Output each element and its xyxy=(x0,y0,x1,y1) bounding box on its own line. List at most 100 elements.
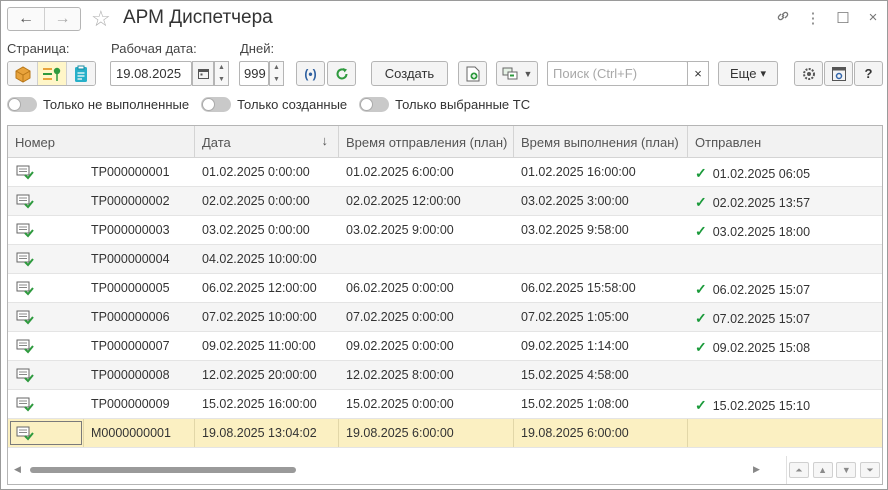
column-header-number[interactable]: Номер xyxy=(8,126,195,157)
spin-up-icon[interactable]: ▲ xyxy=(273,64,280,71)
spin-up-icon[interactable]: ▲ xyxy=(218,64,225,71)
page-route-button[interactable] xyxy=(37,62,66,85)
table-row[interactable]: M0000000001 19.08.2025 13:04:02 19.08.2025… xyxy=(8,419,882,448)
posted-document-icon xyxy=(16,426,34,441)
create-button[interactable]: Создать xyxy=(371,61,448,86)
sent-time: 15.02.2025 15:10 xyxy=(712,399,811,413)
trips-table: Номер Дата ↓ Время отправления (план) Вр… xyxy=(7,125,883,485)
column-header-date[interactable]: Дата ↓ xyxy=(195,126,339,157)
gear-icon xyxy=(802,67,815,80)
column-header-label: Дата xyxy=(202,135,231,150)
toggle-selected-vehicles[interactable]: Только выбранные ТС xyxy=(359,97,530,112)
page-clipboard-button[interactable] xyxy=(66,62,95,85)
table-row[interactable]: TP000000002 02.02.2025 0:00:00 02.02.2025 … xyxy=(8,187,882,216)
more-menu-button[interactable]: Еще ▾ xyxy=(718,61,778,86)
scroll-right-icon[interactable]: ▶ xyxy=(753,464,760,475)
app-window: ← → ☆ АРМ Диспетчера ⋮ ☐ × Страница: Раб… xyxy=(0,0,888,490)
toggle-created-only[interactable]: Только созданные xyxy=(201,97,347,112)
column-header-sent[interactable]: Отправлен xyxy=(688,126,882,157)
go-first-icon[interactable]: ⏶ xyxy=(788,462,809,478)
table-row[interactable]: TP000000008 12.02.2025 20:00:00 12.02.2025… xyxy=(8,361,882,390)
scroll-left-icon[interactable]: ◀ xyxy=(14,464,21,475)
back-button[interactable]: ← xyxy=(8,8,44,30)
window-gear-icon xyxy=(831,66,846,81)
table-row[interactable]: TP000000003 03.02.2025 0:00:00 03.02.2025 … xyxy=(8,216,882,245)
cell-completion: 01.02.2025 16:00:00 xyxy=(521,165,636,179)
toggle-not-done[interactable]: Только не выполненные xyxy=(7,97,189,112)
table-navigation: ⏶ ▲ ▼ ⏷ xyxy=(786,456,882,484)
days-spinner[interactable]: ▲ ▼ xyxy=(269,61,284,86)
posted-document-icon xyxy=(16,223,34,238)
scroll-thumb[interactable] xyxy=(30,467,296,473)
favorite-star-icon[interactable]: ☆ xyxy=(91,6,111,32)
toggle-label: Только выбранные ТС xyxy=(395,97,531,112)
table-row[interactable]: TP000000005 06.02.2025 12:00:00 06.02.2025… xyxy=(8,274,882,303)
cell-date: 12.02.2025 20:00:00 xyxy=(202,368,317,382)
cell-departure: 02.02.2025 12:00:00 xyxy=(346,194,461,208)
table-row[interactable]: TP000000007 09.02.2025 11:00:00 09.02.2025… xyxy=(8,332,882,361)
cell-sent: ✓ 09.02.2025 15:08 xyxy=(688,332,882,360)
toggle-switch[interactable] xyxy=(359,97,390,112)
spin-down-icon[interactable]: ▼ xyxy=(273,76,280,83)
page-box-button[interactable] xyxy=(8,62,37,85)
broadcast-icon: (•) xyxy=(304,66,317,81)
table-header: Номер Дата ↓ Время отправления (план) Вр… xyxy=(8,126,882,158)
spin-down-icon[interactable]: ▼ xyxy=(218,76,225,83)
more-vertical-icon[interactable]: ⋮ xyxy=(805,9,821,27)
refresh-button[interactable] xyxy=(327,61,356,86)
days-field[interactable]: 999 xyxy=(239,61,269,86)
go-down-icon[interactable]: ▼ xyxy=(836,462,857,478)
settings-button[interactable] xyxy=(794,61,823,86)
calendar-button[interactable] xyxy=(192,61,214,86)
toggle-switch[interactable] xyxy=(201,97,232,112)
refresh-icon xyxy=(336,67,347,79)
broadcast-button[interactable]: (•) xyxy=(296,61,325,86)
table-row[interactable]: TP000000009 15.02.2025 16:00:00 15.02.2025… xyxy=(8,390,882,419)
cell-date: 01.02.2025 0:00:00 xyxy=(202,165,310,179)
copy-structure-button[interactable]: ▼ xyxy=(496,61,538,86)
link-icon[interactable] xyxy=(775,9,791,27)
help-button[interactable]: ? xyxy=(854,61,883,86)
work-date-spinner[interactable]: ▲ ▼ xyxy=(214,61,229,86)
go-up-icon[interactable]: ▲ xyxy=(812,462,833,478)
table-row[interactable]: TP000000006 07.02.2025 10:00:00 07.02.2025… xyxy=(8,303,882,332)
row-doc-cell xyxy=(8,216,84,244)
cell-date: 19.08.2025 13:04:02 xyxy=(195,419,339,447)
cell-completion: 09.02.2025 1:14:00 xyxy=(521,339,629,353)
sent-time: 01.02.2025 06:05 xyxy=(712,167,811,181)
arrow-left-icon: ← xyxy=(18,10,34,27)
cell-number: TP000000004 xyxy=(91,252,170,266)
row-doc-cell xyxy=(8,303,84,331)
cell-completion: 15.02.2025 4:58:00 xyxy=(521,368,629,382)
column-header-completion[interactable]: Время выполнения (план) xyxy=(514,126,688,157)
horizontal-scrollbar[interactable]: ◀ ▶ xyxy=(8,456,788,484)
cell-departure: 07.02.2025 0:00:00 xyxy=(346,310,454,324)
column-header-departure[interactable]: Время отправления (план) xyxy=(339,126,514,157)
days-label: Дней: xyxy=(240,41,275,56)
row-doc-cell xyxy=(8,361,84,389)
cell-sent: ✓ 02.02.2025 13:57 xyxy=(688,187,882,215)
maximize-icon[interactable]: ☐ xyxy=(835,9,851,27)
cell-number: TP000000001 xyxy=(91,165,170,179)
clear-icon: × xyxy=(694,66,702,81)
table-row[interactable]: TP000000001 01.02.2025 0:00:00 01.02.2025 … xyxy=(8,158,882,187)
cell-departure: 12.02.2025 8:00:00 xyxy=(346,368,454,382)
search-input[interactable]: Поиск (Ctrl+F) xyxy=(547,61,688,86)
cell-departure xyxy=(339,245,514,273)
add-document-button[interactable] xyxy=(458,61,487,86)
sent-time: 03.02.2025 18:00 xyxy=(712,225,811,239)
table-row[interactable]: TP000000004 04.02.2025 10:00:00 xyxy=(8,245,882,274)
search-clear-button[interactable]: × xyxy=(687,61,709,86)
row-doc-cell xyxy=(8,419,84,447)
cell-departure: 09.02.2025 0:00:00 xyxy=(346,339,454,353)
close-icon[interactable]: × xyxy=(865,9,881,27)
cell-date: 09.02.2025 11:00:00 xyxy=(202,339,316,353)
report-settings-button[interactable] xyxy=(824,61,853,86)
work-date-field[interactable]: 19.08.2025 xyxy=(110,61,192,86)
toggle-switch[interactable] xyxy=(7,97,37,112)
checkmark-icon: ✓ xyxy=(695,223,707,239)
go-last-icon[interactable]: ⏷ xyxy=(860,462,881,478)
forward-button[interactable]: → xyxy=(44,8,80,30)
page-switcher xyxy=(7,61,96,86)
add-document-icon xyxy=(466,66,479,81)
